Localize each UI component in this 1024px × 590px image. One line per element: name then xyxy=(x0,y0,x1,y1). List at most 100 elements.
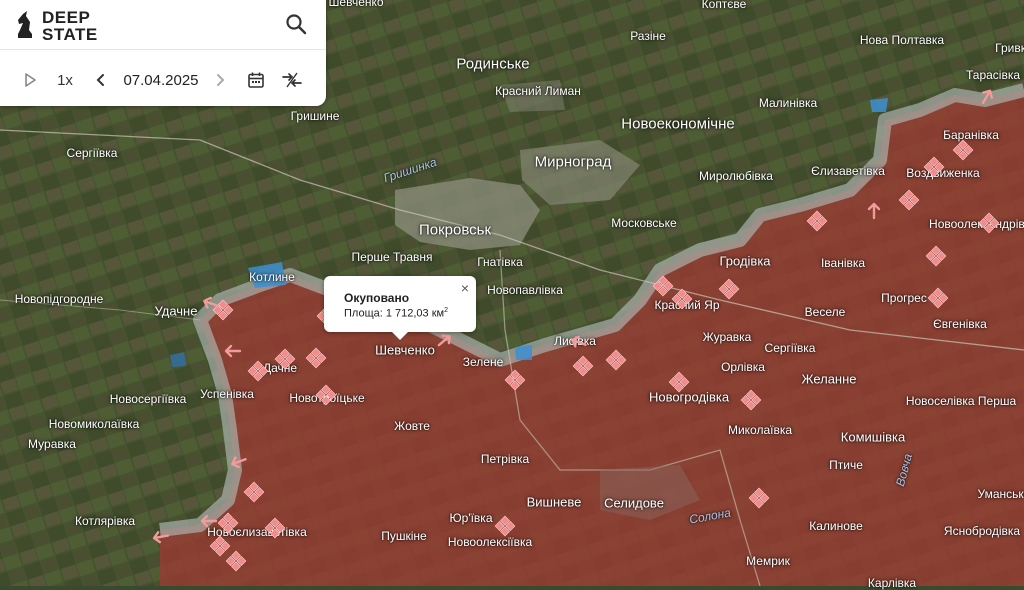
place-label-myrnohrad: Мирноград xyxy=(534,153,612,171)
place-label-novoserhiivka: Новосергіївка xyxy=(109,392,187,406)
reservoir-tarasivka xyxy=(870,98,888,112)
popup-area: Площа: 1 712,03 км2 xyxy=(344,307,448,320)
place-label-zhovte: Жовте xyxy=(394,419,430,433)
event-marker-icon[interactable] xyxy=(927,287,949,309)
place-label-novooleksiivka: Новоолексіївка xyxy=(447,535,533,549)
place-label-orlivka: Орлівка xyxy=(721,360,765,374)
place-label-progres: Прогрес xyxy=(881,291,927,305)
speed-toggle[interactable]: 1x xyxy=(52,66,78,94)
event-marker-icon[interactable] xyxy=(718,278,740,300)
place-label-komyshivka: Комишівка xyxy=(840,429,906,445)
place-label-zelene: Зелене xyxy=(462,355,504,369)
place-label-uspenivka: Успенівка xyxy=(200,387,254,401)
place-label-serhiivka2: Сергіївка xyxy=(764,341,816,355)
place-label-karlivka: Карлівка xyxy=(867,576,917,590)
place-label-pokrovsk: Покровськ xyxy=(418,221,492,239)
attack-direction-arrow-icon xyxy=(867,200,881,220)
search-icon xyxy=(286,14,307,35)
popup-title: Окуповано xyxy=(344,291,410,305)
event-marker-icon[interactable] xyxy=(952,139,974,161)
attack-direction-arrow-icon xyxy=(222,344,242,358)
popup-area-unit-power: 2 xyxy=(444,307,449,314)
event-marker-icon[interactable] xyxy=(668,371,690,393)
event-marker-icon[interactable] xyxy=(247,360,269,382)
event-marker-icon[interactable] xyxy=(925,245,947,267)
chevron-left-icon xyxy=(96,74,104,86)
event-marker-icon[interactable] xyxy=(898,189,920,211)
place-label-myroliubivka: Миролюбівка xyxy=(699,169,773,183)
event-marker-icon[interactable] xyxy=(806,210,828,232)
place-label-pushkine: Пушкіне xyxy=(381,529,427,543)
place-label-novopidhorodne: Новопідгородне xyxy=(14,292,104,306)
place-label-nova-poltavka: Нова Полтавка xyxy=(859,33,945,47)
place-label-zhelanne: Желанне xyxy=(801,371,857,387)
place-label-krasnyi-lyman: Красний Лиман xyxy=(495,84,581,98)
place-label-muravka: Муравка xyxy=(28,437,76,451)
place-label-pershe-travnia: Перше Травня xyxy=(351,250,433,264)
event-marker-icon[interactable] xyxy=(923,156,945,178)
place-label-udachne: Удачне xyxy=(154,303,198,319)
place-label-zhuravka: Журавка xyxy=(702,330,752,344)
place-label-shevchenko: Шевченко xyxy=(375,342,435,358)
place-label-hnativka: Гнатівка xyxy=(477,255,523,269)
place-label-yevhenivka: Євгенівка xyxy=(933,317,987,331)
place-label-veselе: Веселе xyxy=(804,305,846,319)
event-marker-icon[interactable] xyxy=(217,512,239,534)
place-label-malynivka: Малинівка xyxy=(758,96,818,110)
event-marker-icon[interactable] xyxy=(315,384,337,406)
event-marker-icon[interactable] xyxy=(748,487,770,509)
calendar-icon xyxy=(248,72,264,88)
deepstate-logo[interactable]: DEEP STATE xyxy=(14,6,104,44)
place-label-novomykolaivka: Новомиколаївка xyxy=(48,417,140,431)
place-label-selydove: Селидове xyxy=(604,495,664,511)
calendar-button[interactable] xyxy=(244,66,268,94)
place-label-mykolaivka: Миколаївка xyxy=(727,423,793,437)
attack-direction-arrow-icon xyxy=(198,514,218,528)
event-marker-icon[interactable] xyxy=(671,288,693,310)
event-marker-icon[interactable] xyxy=(243,481,265,503)
place-label-novoekonomichne: Новоекономічне xyxy=(621,115,735,133)
place-label-razine: Разіне xyxy=(630,29,666,43)
place-label-yelyzavetivka: Єлизаветівка xyxy=(811,164,885,178)
place-label-memryk: Мемрик xyxy=(746,554,790,568)
event-marker-icon[interactable] xyxy=(504,369,526,391)
previous-date-button[interactable] xyxy=(90,66,110,94)
place-label-koptieve: Коптєве xyxy=(701,0,747,11)
event-marker-icon[interactable] xyxy=(494,515,516,537)
place-label-yurivka: Юр'ївка xyxy=(449,511,493,525)
place-label-vyshneve: Вишневе xyxy=(526,494,582,510)
area-popup: Окуповано Площа: 1 712,03 км2 × xyxy=(324,276,476,340)
popup-area-text: Площа: 1 712,03 км xyxy=(344,307,445,320)
search-button[interactable] xyxy=(282,10,310,38)
play-button[interactable] xyxy=(18,66,42,94)
event-marker-icon[interactable] xyxy=(572,355,594,377)
place-label-kalynove: Калинове xyxy=(809,519,863,533)
place-label-novoselivka-persha: Новоселівка Перша xyxy=(905,394,1017,408)
brand-line-1: DEEP xyxy=(42,8,91,27)
chess-knight-icon xyxy=(18,11,32,38)
compare-button[interactable] xyxy=(279,66,305,94)
next-date-button[interactable] xyxy=(211,66,231,94)
popup-close-button[interactable]: × xyxy=(458,281,472,295)
event-marker-icon[interactable] xyxy=(225,550,247,572)
place-label-novopavlivka: Новопавлівка xyxy=(487,283,563,297)
event-marker-icon[interactable] xyxy=(305,347,327,369)
place-label-hryshyne: Гришине xyxy=(290,109,340,123)
place-label-hrodivka: Гродівка xyxy=(719,253,771,269)
place-label-novooleksandrivka: Новоолександрівка xyxy=(929,217,1024,231)
event-marker-icon[interactable] xyxy=(978,212,1000,234)
event-marker-icon[interactable] xyxy=(274,348,296,370)
place-label-rodynske: Родинське xyxy=(456,55,530,73)
play-icon xyxy=(25,73,36,87)
place-label-petrivka: Петрівка xyxy=(480,452,530,466)
event-marker-icon[interactable] xyxy=(264,517,286,539)
place-label-kotliarivka: Котлярівка xyxy=(74,514,136,528)
place-label-tarasivka: Тарасівка xyxy=(965,68,1021,82)
place-label-moskovske: Московське xyxy=(611,216,677,230)
event-marker-icon[interactable] xyxy=(740,389,762,411)
control-panel: DEEP STATE 1x 07.04.2025 xyxy=(0,0,326,106)
current-date: 07.04.2025 xyxy=(123,71,199,89)
event-marker-icon[interactable] xyxy=(605,349,627,371)
place-label-yasnobrodivka: Яснобродівка xyxy=(943,524,1021,538)
place-label-shevchenko-top: Шевченко xyxy=(328,0,384,9)
